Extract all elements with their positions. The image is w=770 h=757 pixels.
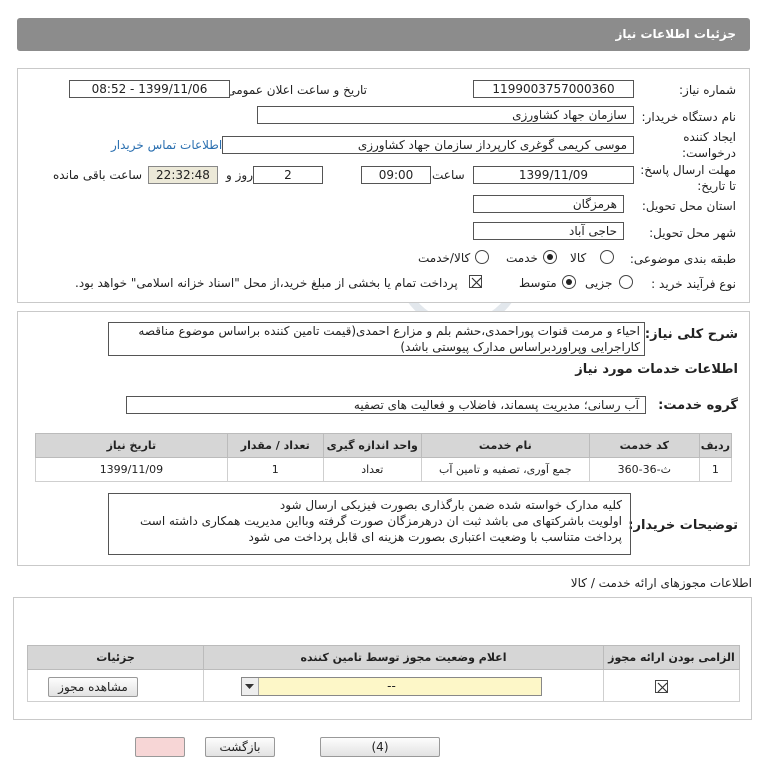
process-type-label: نوع فرآیند خرید : [651, 277, 736, 291]
cell-permit-required [603, 669, 740, 702]
summary-text: احیاء و مرمت قنوات پوراحمدی،حشم بلم و مز… [108, 322, 645, 356]
deadline-label-line2: تا تاریخ: [697, 179, 736, 193]
buyer-note-line: اولویت باشرکتهای می باشد ثبت ان درهرمزگا… [140, 514, 622, 528]
buyer-org-field: سازمان جهاد کشاورزی [257, 106, 634, 124]
back-button[interactable]: بازگشت [205, 737, 275, 757]
remaining-time-field: 22:32:48 [148, 166, 218, 184]
category-radio-goods[interactable] [600, 250, 614, 264]
category-label: طبقه بندی موضوعی: [629, 252, 736, 266]
cell-service-name: جمع آوری، تصفیه و تامین آب [420, 457, 590, 482]
cell-quantity: 1 [226, 457, 324, 482]
footer-button-4[interactable]: (4) [320, 737, 440, 757]
col-row-number: ردیف [698, 433, 733, 458]
remaining-days-label: روز و [226, 168, 253, 182]
remaining-time-label: ساعت باقی مانده [53, 168, 143, 182]
col-unit: واحد اندازه گیری [322, 433, 422, 458]
creator-label-line2: درخواست: [682, 146, 736, 160]
cell-need-date: 1399/11/09 [35, 457, 228, 482]
permits-table-header: الزامی بودن ارائه مجوز اعلام وضعیت مجوز … [27, 645, 740, 670]
city-label: شهر محل تحویل: [649, 226, 736, 240]
treasury-payment-checkbox[interactable] [469, 275, 482, 288]
need-number-label: شماره نیاز: [679, 83, 736, 97]
permit-required-checkbox [655, 680, 668, 693]
cell-unit: تعداد [322, 457, 422, 482]
process-option-medium: متوسط [519, 276, 557, 290]
col-quantity: تعداد / مقدار [226, 433, 324, 458]
need-info-panel [17, 68, 750, 303]
permits-heading: اطلاعات مجوزهای ارائه خدمت / کالا [570, 576, 752, 590]
deadline-time-label: ساعت [432, 168, 465, 182]
services-heading: اطلاعات خدمات مورد نیاز [575, 362, 738, 377]
creator-label-line1: ایجاد کننده [683, 130, 736, 144]
permit-status-value: -- [387, 679, 396, 693]
cell-service-code: ث-36-360 [588, 457, 700, 482]
province-field: هرمزگان [473, 195, 624, 213]
deadline-time-field: 09:00 [361, 166, 431, 184]
services-table-header: ردیف کد خدمت نام خدمت واحد اندازه گیری ت… [35, 433, 733, 458]
category-option-goods: کالا [570, 251, 587, 265]
announce-datetime-label: تاریخ و ساعت اعلان عمومی: [222, 83, 367, 97]
province-label: استان محل تحویل: [641, 199, 736, 213]
category-radio-service[interactable] [543, 250, 557, 264]
col-service-code: کد خدمت [588, 433, 700, 458]
table-row: 1 ث-36-360 جمع آوری، تصفیه و تامین آب تع… [35, 457, 733, 482]
checkbox-x-icon [657, 682, 668, 693]
chevron-down-icon [242, 678, 259, 695]
checkbox-x-icon [471, 277, 482, 288]
buyer-notes-box: کلیه مدارک خواسته شده ضمن بارگذاری بصورت… [108, 493, 631, 555]
remaining-days-field: 2 [253, 166, 323, 184]
process-radio-medium[interactable] [562, 275, 576, 289]
creator-field: موسی کریمی گوغری کارپرداز سازمان جهاد کش… [222, 136, 634, 154]
col-permit-required: الزامی بودن ارائه مجوز [603, 645, 740, 670]
services-table: ردیف کد خدمت نام خدمت واحد اندازه گیری ت… [35, 433, 733, 482]
city-field: حاجی آباد [473, 222, 624, 240]
buyer-contact-link[interactable]: اطلاعات تماس خریدار [111, 138, 222, 152]
treasury-payment-note: پرداخت تمام یا بخشی از مبلغ خرید،از محل … [75, 276, 458, 290]
deadline-date-field: 1399/11/09 [473, 166, 634, 184]
view-permit-button[interactable]: مشاهده مجوز [48, 677, 138, 697]
buyer-note-line: پرداخت متناسب با وضعیت اعتباری بصورت هزی… [248, 530, 622, 544]
buyer-notes-label: توضیحات خریدار: [628, 518, 738, 533]
page-title: جزئیات اطلاعات نیاز [17, 18, 750, 51]
announce-datetime-field: 1399/11/06 - 08:52 [69, 80, 230, 98]
col-service-name: نام خدمت [420, 433, 590, 458]
need-number-field: 1199003757000360 [473, 80, 634, 98]
process-radio-minor[interactable] [619, 275, 633, 289]
buyer-org-label: نام دستگاه خریدار: [641, 110, 737, 124]
process-option-minor: جزیی [585, 276, 613, 290]
col-need-date: تاریخ نیاز [35, 433, 228, 458]
deadline-label-line1: مهلت ارسال پاسخ: [640, 163, 736, 177]
buyer-note-line: کلیه مدارک خواسته شده ضمن بارگذاری بصورت… [279, 498, 622, 512]
service-group-field: آب رسانی؛ مدیریت پسماند، فاضلاب و فعالیت… [126, 396, 646, 414]
permit-status-select[interactable]: -- [241, 677, 542, 696]
category-option-service: خدمت [506, 251, 538, 265]
cell-row-number: 1 [698, 457, 733, 482]
summary-label: شرح کلی نیاز: [644, 327, 738, 342]
col-permit-details: جزئیات [27, 645, 204, 670]
footer-button-red[interactable] [135, 737, 185, 757]
category-option-goods-service: کالا/خدمت [418, 251, 471, 265]
col-permit-status: اعلام وضعیت مجوز توسط تامین کننده [203, 645, 604, 670]
service-group-label: گروه خدمت: [658, 398, 738, 413]
category-radio-goods-service[interactable] [475, 250, 489, 264]
